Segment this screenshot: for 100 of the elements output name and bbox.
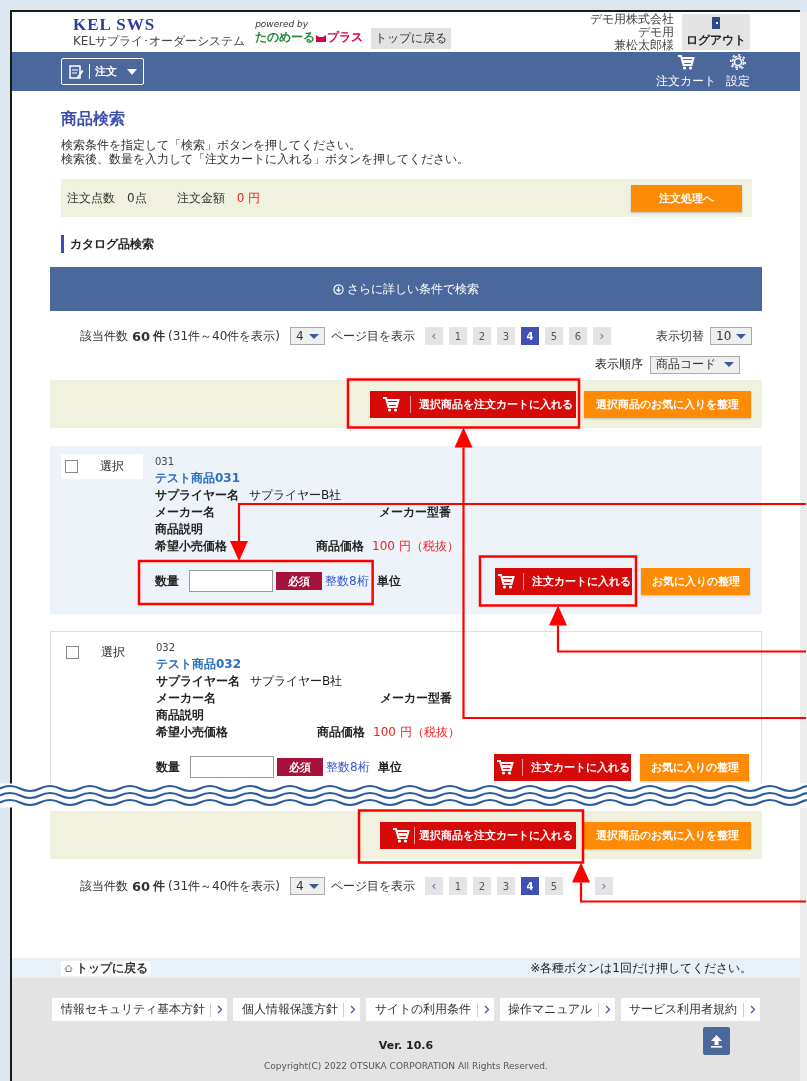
user-info-text: 兼松太郎様 xyxy=(613,38,674,52)
supplier-name: サプライヤーB社 xyxy=(249,487,342,504)
quantity-field[interactable] xyxy=(190,756,274,778)
price-label: 商品価格 xyxy=(317,724,365,741)
add-selected-to-cart-button[interactable]: 選択商品を注文カートに入れる xyxy=(380,821,576,849)
back-to-top-link[interactable]: トップに戻る xyxy=(61,960,151,976)
order-count-label: 注文点数 xyxy=(67,189,115,207)
order-amount-label: 注文金額 xyxy=(176,189,225,207)
select-checkbox[interactable] xyxy=(66,646,79,659)
sort-select[interactable]: 商品コード xyxy=(650,355,740,374)
logo-text: KEL SWS xyxy=(73,16,157,34)
result-range: (31件～40件を表示) xyxy=(168,877,280,895)
select-checkbox[interactable] xyxy=(65,460,78,473)
chevron-right-icon xyxy=(604,1005,611,1014)
settings-button[interactable]: 設定 xyxy=(726,53,750,90)
caret-icon xyxy=(309,333,319,339)
maker-label: メーカー名 xyxy=(156,690,217,707)
footer-link[interactable]: 個人情報保護方針 xyxy=(233,998,361,1021)
page-button[interactable]: 2 xyxy=(473,327,491,345)
user-info-text: デモ用株式会社 xyxy=(590,12,674,26)
advanced-search-button[interactable]: さらに詳しい条件で検索 xyxy=(50,267,762,311)
caret-icon xyxy=(309,883,319,889)
page-button[interactable]: 4 xyxy=(521,877,539,895)
page-select[interactable]: 4 xyxy=(290,327,325,345)
result-count-unit: 件 xyxy=(153,327,166,345)
page-title: 商品検索 xyxy=(61,109,126,129)
page-button[interactable]: 5 xyxy=(545,877,563,895)
scroll-to-top-button[interactable] xyxy=(703,1027,730,1055)
sort-label: 表示順序 xyxy=(595,356,643,373)
logout-button[interactable]: ログアウト xyxy=(682,14,750,50)
per-page-select[interactable]: 10 xyxy=(710,327,752,345)
cart-icon xyxy=(392,826,410,844)
next-page-button[interactable]: › xyxy=(593,327,611,345)
price-value: 100 円（税抜） xyxy=(372,538,459,555)
copyright-text: Copyright(C) 2022 OTSUKA CORPORATION All Rights Reserved. xyxy=(264,1061,548,1071)
product-code: 032 xyxy=(156,641,177,655)
supplier-label: サプライヤー名 xyxy=(156,673,241,690)
cart-button[interactable]: 注文カート xyxy=(656,53,716,90)
supplier-label: サプライヤー名 xyxy=(155,487,240,504)
price-label: 商品価格 xyxy=(316,538,364,555)
caret-icon xyxy=(724,362,734,367)
footer-link[interactable]: サイトの利用条件 xyxy=(366,998,494,1021)
caret-icon xyxy=(127,68,137,75)
page-button[interactable]: 3 xyxy=(497,327,515,345)
add-selected-to-cart-button[interactable]: 選択商品を注文カートに入れる xyxy=(370,390,576,418)
unit-label: 単位 xyxy=(377,758,402,776)
page-select-label: ページ目を表示 xyxy=(331,327,415,345)
maker-model-label: メーカー型番 xyxy=(379,504,451,521)
select-label: 選択 xyxy=(100,458,124,475)
page-button[interactable]: 2 xyxy=(473,877,491,895)
page-select-label: ページ目を表示 xyxy=(331,877,415,895)
previous-page-button[interactable]: ‹ xyxy=(425,327,443,345)
quantity-field[interactable] xyxy=(189,570,273,592)
cart-icon xyxy=(496,572,515,590)
page-button[interactable]: 1 xyxy=(449,877,467,895)
result-count: 60 xyxy=(132,878,151,894)
scrollbar[interactable] xyxy=(800,12,807,1081)
retail-price-label: 希望小売価格 xyxy=(155,538,228,555)
page-button[interactable]: 3 xyxy=(497,877,515,895)
order-amount-value: 0 円 xyxy=(236,189,261,207)
down-circle-icon xyxy=(333,283,344,295)
supplier-name: サプライヤーB社 xyxy=(250,673,343,690)
footer-link[interactable]: サービス利用者規約 xyxy=(620,998,760,1021)
chevron-right-icon xyxy=(483,1005,490,1014)
cart-icon xyxy=(677,53,695,71)
instruction-text: 検索条件を指定して「検索」ボタンを押してください。 xyxy=(61,138,362,152)
previous-page-button[interactable]: ‹ xyxy=(425,877,443,895)
top-button[interactable]: トップに戻る xyxy=(371,27,452,49)
product-name-link[interactable]: テスト商品032 xyxy=(156,655,749,673)
notice-text: ※各種ボタンは1回だけ押してください。 xyxy=(530,959,752,977)
powered-by-text: powered by xyxy=(255,19,310,30)
required-badge: 必須 xyxy=(277,758,323,776)
page-button[interactable]: 1 xyxy=(449,327,467,345)
home-icon xyxy=(64,964,73,972)
page-button[interactable]: 5 xyxy=(545,327,563,345)
quantity-hint: 整数8桁 xyxy=(325,574,369,588)
menu-dropdown[interactable]: 注文 xyxy=(61,58,144,85)
product-name-link[interactable]: テスト商品031 xyxy=(155,469,750,487)
door-icon xyxy=(711,15,721,30)
logo-subtitle: KELサプライ･オーダーシステム xyxy=(73,34,246,48)
add-to-cart-button[interactable]: 注文カートに入れる xyxy=(495,567,632,595)
quantity-label: 数量 xyxy=(156,758,180,776)
description-label: 商品説明 xyxy=(156,707,205,724)
upload-arrow-icon xyxy=(710,1034,723,1048)
chevron-right-icon xyxy=(217,1005,224,1014)
maker-model-label: メーカー型番 xyxy=(380,690,452,707)
per-page-label: 表示切替 xyxy=(656,327,704,345)
settings-icon xyxy=(729,53,747,71)
notepad-icon xyxy=(68,63,84,80)
caret-icon xyxy=(736,333,746,339)
cart-icon xyxy=(495,758,514,776)
footer-link[interactable]: 操作マニュアル xyxy=(499,998,615,1021)
user-info-text: デモ用 xyxy=(638,25,674,39)
add-to-cart-button[interactable]: 注文カートに入れる xyxy=(494,753,631,781)
page-button[interactable]: 6 xyxy=(569,327,587,345)
page-select[interactable]: 4 xyxy=(290,877,325,895)
page-button[interactable]: 4 xyxy=(521,327,539,345)
section-heading: カタログ品検索 xyxy=(61,235,752,253)
footer-link[interactable]: 情報セキュリティ基本方針 xyxy=(52,998,228,1021)
next-page-button[interactable]: › xyxy=(595,877,613,895)
